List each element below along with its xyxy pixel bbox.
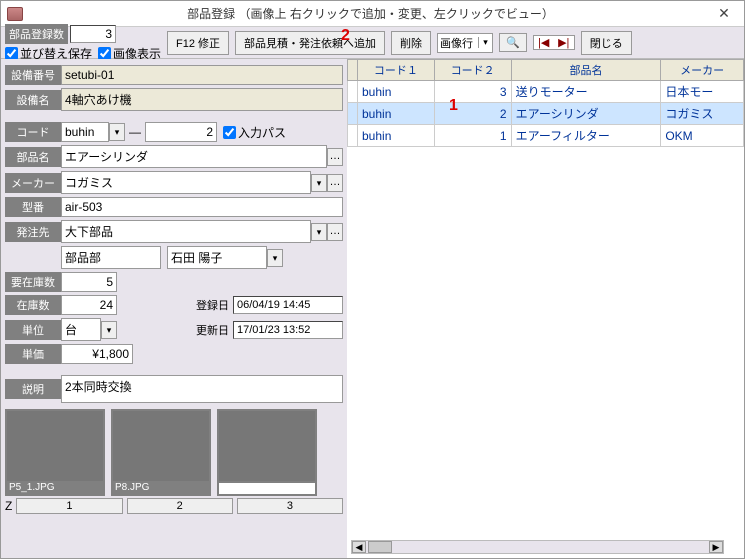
touroku-field: 06/04/19 14:45: [233, 296, 343, 314]
record-nav: |◀ ▶|: [533, 35, 575, 50]
col-code2[interactable]: コード２: [434, 60, 511, 81]
koushin-label: 更新日: [183, 322, 233, 338]
code-seq-field[interactable]: 2: [145, 122, 217, 142]
image-row-input[interactable]: [438, 37, 478, 49]
z-button-2[interactable]: 2: [127, 498, 233, 514]
yozai-field[interactable]: 5: [61, 272, 117, 292]
hacchu-dropdown[interactable]: ▾: [311, 223, 327, 241]
setsumei-field[interactable]: 2本同時交換: [61, 375, 343, 403]
estimate-button[interactable]: 部品見積・発注依頼へ追加: [235, 31, 385, 55]
z-button-1[interactable]: 1: [16, 498, 122, 514]
close-button[interactable]: 閉じる: [581, 31, 632, 55]
table-row[interactable]: buhin2エアーシリンダコガミス: [348, 103, 744, 125]
yozai-label: 要在庫数: [5, 272, 61, 292]
buhin-name-label: 部品名: [5, 147, 61, 167]
z-label: Z: [5, 499, 12, 513]
close-icon[interactable]: ✕: [710, 5, 738, 23]
tani-label: 単位: [5, 320, 61, 340]
tanka-field[interactable]: ¥1,800: [61, 344, 133, 364]
koushin-field: 17/01/23 13:52: [233, 321, 343, 339]
buhin-name-lookup[interactable]: …: [327, 148, 343, 166]
thumb-image-3[interactable]: [219, 411, 315, 481]
thumbnail-2[interactable]: P8.JPG: [111, 409, 211, 496]
maker-dropdown[interactable]: ▾: [311, 174, 327, 192]
setubi-no-field: setubi-01: [61, 65, 343, 85]
table-row[interactable]: buhin1エアーフィルターOKM: [348, 125, 744, 147]
parts-grid[interactable]: コード１ コード２ 部品名 メーカー buhin3送りモーター日本モーbuhin…: [347, 59, 744, 538]
kataban-field[interactable]: air-503: [61, 197, 343, 217]
kataban-label: 型番: [5, 197, 61, 217]
thumbnail-1[interactable]: P5_1.JPG: [5, 409, 105, 496]
maker-field[interactable]: コガミス: [61, 171, 311, 194]
scroll-left-icon[interactable]: ◀: [352, 541, 366, 553]
touroku-label: 登録日: [183, 297, 233, 313]
person-field[interactable]: 石田 陽子: [167, 246, 267, 269]
col-maker[interactable]: メーカー: [661, 60, 744, 81]
zaiko-label: 在庫数: [5, 295, 61, 315]
nav-last-icon[interactable]: ▶|: [554, 36, 574, 49]
maker-lookup[interactable]: …: [327, 174, 343, 192]
setsumei-label: 説明: [5, 379, 61, 399]
code-dropdown[interactable]: ▾: [109, 123, 125, 141]
image-row-combo[interactable]: ▾: [437, 33, 493, 53]
annotation-1: 1: [449, 97, 458, 115]
hacchu-lookup[interactable]: …: [327, 223, 343, 241]
tani-dropdown[interactable]: ▾: [101, 321, 117, 339]
image-thumbnails: P5_1.JPG P8.JPG: [5, 409, 343, 496]
count-value: 3: [70, 25, 116, 43]
horizontal-scrollbar[interactable]: ◀ ▶: [351, 540, 724, 554]
setubi-no-label: 設備番号: [5, 65, 61, 85]
toolbar: 部品登録数 3 並び替え保存 画像表示 F12 修正 部品見積・発注依頼へ追加 …: [1, 27, 744, 59]
person-dropdown[interactable]: ▾: [267, 249, 283, 267]
thumb-image-2[interactable]: [113, 411, 209, 481]
input-pass-checkbox[interactable]: 入力パス: [223, 124, 286, 141]
nav-first-icon[interactable]: |◀: [534, 36, 554, 49]
col-code1[interactable]: コード１: [358, 60, 435, 81]
code-field[interactable]: buhin: [61, 122, 109, 142]
thumbnail-3[interactable]: [217, 409, 317, 496]
z-button-3[interactable]: 3: [237, 498, 343, 514]
chevron-down-icon[interactable]: ▾: [478, 37, 492, 48]
f12-edit-button[interactable]: F12 修正: [167, 31, 229, 55]
table-row[interactable]: buhin3送りモーター日本モー: [348, 81, 744, 103]
preview-button[interactable]: 🔍: [499, 33, 527, 52]
annotation-2: 2: [341, 27, 350, 45]
thumb-caption-3: [219, 481, 315, 483]
list-pane: 1 コード１ コード２ 部品名 メーカー buhin3送りモーター日本モーbuh…: [347, 59, 744, 558]
thumb-caption-1: P5_1.JPG: [7, 481, 103, 494]
app-window: 部品登録 （画像上 右クリックで追加・変更、左クリックでビュー） ✕ 2 部品登…: [0, 0, 745, 559]
maker-label: メーカー: [5, 173, 61, 193]
tani-field[interactable]: 台: [61, 318, 101, 341]
col-buhin[interactable]: 部品名: [511, 60, 661, 81]
thumb-image-1[interactable]: [7, 411, 103, 481]
count-label: 部品登録数: [5, 24, 68, 44]
thumb-caption-2: P8.JPG: [113, 481, 209, 494]
setubi-name-field: 4軸穴あけ機: [61, 88, 343, 111]
tanka-label: 単価: [5, 344, 61, 364]
form-pane: 設備番号setubi-01 設備名4軸穴あけ機 コード buhin ▾ — 2 …: [1, 59, 347, 558]
hacchu-field[interactable]: 大下部品: [61, 220, 311, 243]
setubi-name-label: 設備名: [5, 90, 61, 110]
app-icon: [7, 7, 23, 21]
window-title: 部品登録 （画像上 右クリックで追加・変更、左クリックでビュー）: [31, 5, 710, 22]
scroll-right-icon[interactable]: ▶: [709, 541, 723, 553]
hacchu-label: 発注先: [5, 222, 61, 242]
zaiko-field[interactable]: 24: [61, 295, 117, 315]
buhin-name-field[interactable]: エアーシリンダ: [61, 145, 327, 168]
delete-button[interactable]: 削除: [391, 31, 431, 55]
dept-field[interactable]: 部品部: [61, 246, 161, 269]
scroll-thumb[interactable]: [368, 541, 392, 553]
code-label: コード: [5, 122, 61, 142]
